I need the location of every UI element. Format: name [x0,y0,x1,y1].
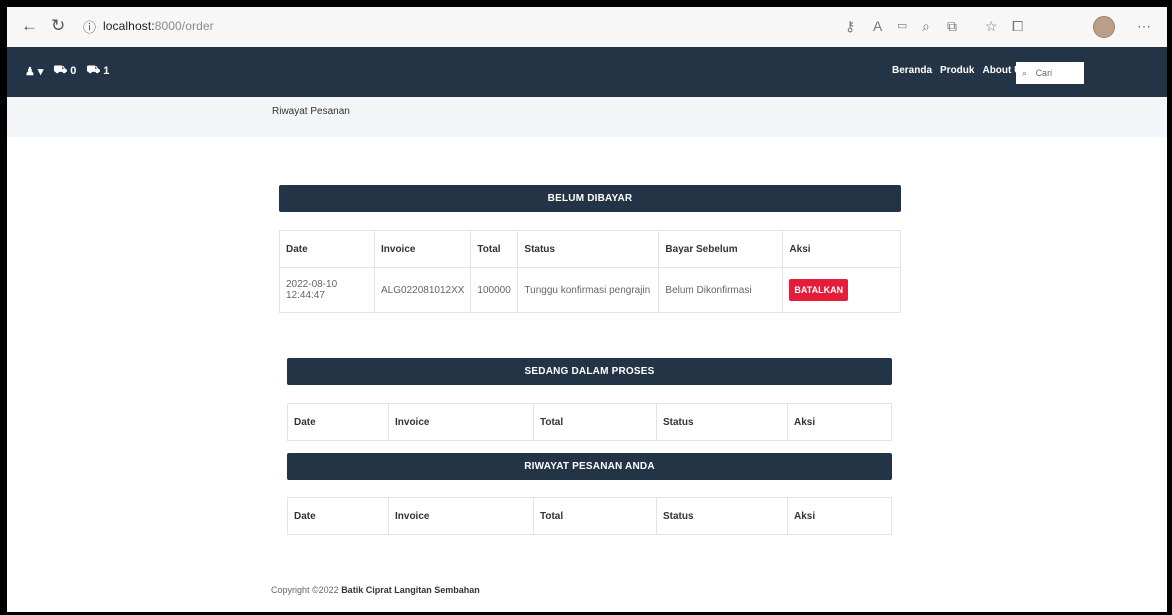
unpaid-orders-table: Date Invoice Total Status Bayar Sebelum … [279,230,901,313]
column-header: Date [279,230,375,268]
search-icon: ⌕ [1022,68,1028,78]
history-section-title: RIWAYAT PESANAN ANDA [287,453,892,480]
user-menu[interactable]: ♟ ▾ [25,65,43,78]
breadcrumb: Riwayat Pesanan [272,106,350,117]
url-path: 8000/order [154,19,214,33]
in-process-section-title: SEDANG DALAM PROSES [287,358,892,385]
nav-link-produk[interactable]: Produk [940,65,974,76]
address-bar[interactable]: localhost:8000/order [103,19,214,33]
table-header-row: Date Invoice Total Status Bayar Sebelum … [279,230,901,268]
main-nav: Beranda Produk About Us [892,65,1027,76]
zoom-icon[interactable]: ⌕ [922,17,930,35]
browser-toolbar: ← ↻ ⓘ localhost:8000/order ⚷ A ▭ ⌕ ⧉ ☆ ⧠… [7,7,1167,48]
refresh-icon[interactable]: ↻ [51,16,65,36]
column-header: Invoice [388,497,534,535]
column-header: Aksi [787,497,892,535]
user-dropdown-caret: ▾ [37,65,44,78]
column-header: Total [533,403,657,441]
collections-icon[interactable]: ⧠ [1012,17,1023,35]
column-header: Status [656,403,788,441]
footer-brand: Batik Ciprat Langitan Sembahan [341,585,480,595]
extension-icon[interactable]: ⧉ [947,17,957,35]
browser-window: ← ↻ ⓘ localhost:8000/order ⚷ A ▭ ⌕ ⧉ ☆ ⧠… [7,7,1167,612]
order-invoice: ALG022081012XX [373,267,472,313]
column-header: Aksi [782,230,901,268]
immersive-reader-icon[interactable]: ▭ [897,17,907,35]
order-pay-before: Belum Dikonfirmasi [658,267,784,313]
key-icon[interactable]: ⚷ [845,17,855,35]
cart-icon: ⛟ [53,64,68,76]
breadcrumb-bar: Riwayat Pesanan [7,97,1167,137]
table-row: 2022-08-10 12:44:47 ALG022081012XX 10000… [279,267,901,313]
order-history-table: Date Invoice Total Status Aksi [287,497,892,535]
more-icon[interactable]: ⋯ [1137,17,1151,35]
back-icon[interactable]: ← [21,16,38,36]
cart-link[interactable]: ⛟ 0 [53,64,76,78]
unpaid-section-title: BELUM DIBAYAR [279,185,901,212]
column-header: Aksi [787,403,892,441]
column-header: Invoice [373,230,472,268]
order-action-cell: BATALKAN [782,267,901,313]
column-header: Bayar Sebelum [658,230,784,268]
column-header: Date [287,403,389,441]
column-header: Total [470,230,519,268]
user-icon: ♟ [25,65,35,78]
orders-link[interactable]: ⛟ 1 [86,64,109,78]
site-navbar: ♟ ▾ ⛟ 0 ⛟ 1 Beranda Produk About Us ⌕ Ca… [7,47,1167,97]
read-aloud-icon[interactable]: A [873,17,882,35]
order-date: 2022-08-10 12:44:47 [279,267,375,313]
orders-count: 1 [103,65,110,77]
column-header: Invoice [388,403,534,441]
navbar-user-tools: ♟ ▾ ⛟ 0 ⛟ 1 [25,64,109,78]
in-process-orders-table: Date Invoice Total Status Aksi [287,403,892,441]
copyright-text: Copyright ©2022 [271,585,339,595]
table-header-row: Date Invoice Total Status Aksi [287,403,892,441]
info-icon[interactable]: ⓘ [83,18,96,38]
footer-copyright: Copyright ©2022 Batik Ciprat Langitan Se… [271,585,480,595]
orders-icon: ⛟ [86,64,101,76]
profile-avatar[interactable] [1093,16,1115,38]
favorite-icon[interactable]: ☆ [985,17,998,35]
table-header-row: Date Invoice Total Status Aksi [287,497,892,535]
cancel-order-button[interactable]: BATALKAN [789,279,849,301]
column-header: Date [287,497,389,535]
cart-count: 0 [70,65,77,77]
column-header: Total [533,497,657,535]
nav-link-beranda[interactable]: Beranda [892,65,932,76]
search-input[interactable]: ⌕ Cari [1016,62,1084,84]
order-status: Tunggu konfirmasi pengrajin [517,267,660,313]
order-total: 100000 [470,267,519,313]
column-header: Status [656,497,788,535]
url-host: localhost: [103,19,155,33]
search-placeholder: Cari [1035,68,1053,78]
column-header: Status [517,230,660,268]
